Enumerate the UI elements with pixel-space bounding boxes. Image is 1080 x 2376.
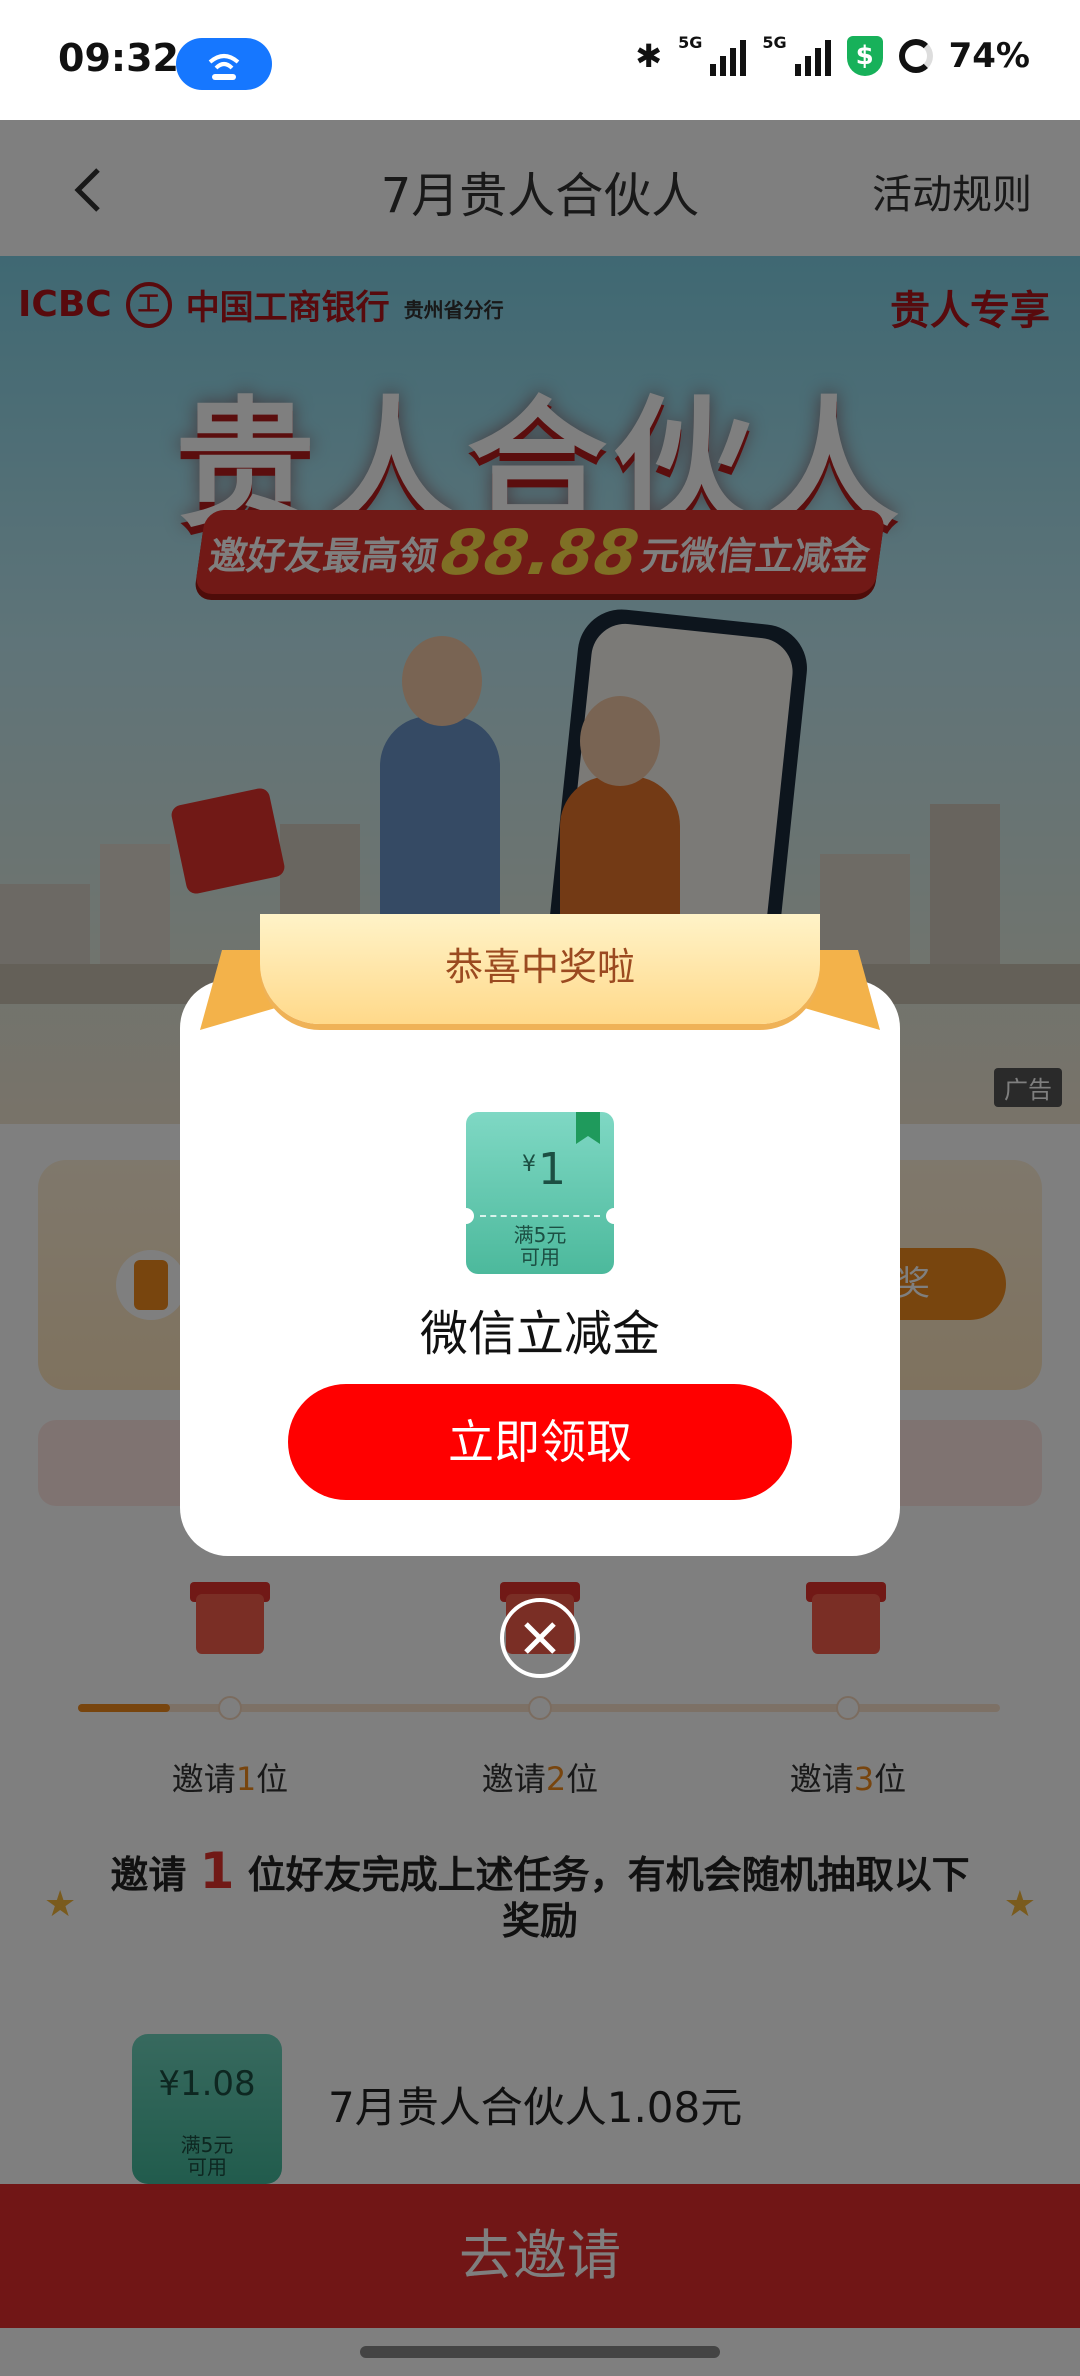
- congrats-ribbon: 恭喜中奖啦: [200, 914, 880, 1054]
- signal-icon: [794, 36, 831, 76]
- status-bar: 09:32 ✱ 5G 5G $ 74%: [0, 0, 1080, 120]
- prize-name: 微信立减金: [419, 1306, 660, 1362]
- claim-button[interactable]: 立即领取: [288, 1384, 792, 1500]
- coupon-condition: 满5元 可用: [513, 1223, 567, 1269]
- bookmark-icon: [576, 1112, 600, 1144]
- hotspot-icon: [176, 38, 272, 90]
- battery-percent: 74%: [948, 36, 1030, 76]
- status-time: 09:32: [58, 36, 179, 80]
- battery-ring-icon: [898, 39, 933, 73]
- close-icon[interactable]: [500, 1598, 580, 1678]
- congrats-text: 恭喜中奖啦: [444, 945, 635, 989]
- security-shield-icon: $: [846, 36, 883, 76]
- coupon-value: 1: [538, 1144, 566, 1195]
- network-type-1: 5G: [678, 32, 703, 52]
- coupon-currency: ¥: [522, 1152, 536, 1177]
- bluetooth-icon: ✱: [635, 37, 663, 75]
- signal-icon: [710, 36, 747, 76]
- prize-coupon: ¥ 1 满5元 可用: [458, 1112, 622, 1274]
- network-type-2: 5G: [762, 32, 787, 52]
